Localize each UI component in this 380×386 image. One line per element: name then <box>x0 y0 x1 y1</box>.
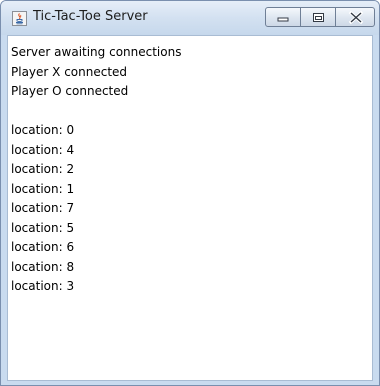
close-button[interactable] <box>335 7 375 27</box>
minimize-icon <box>277 17 289 22</box>
log-line <box>11 102 181 122</box>
log-line: location: 0 <box>11 123 75 137</box>
log-lines: Server awaiting connections Player X con… <box>11 43 181 297</box>
log-line: location: 2 <box>11 162 75 176</box>
log-line: location: 3 <box>11 279 75 293</box>
caption-buttons <box>265 7 375 27</box>
maximize-button[interactable] <box>300 7 336 27</box>
log-line: location: 8 <box>11 259 75 274</box>
log-line: location: 4 <box>11 142 75 157</box>
log-line: Server awaiting connections <box>11 45 182 59</box>
log-line: location: 7 <box>11 201 75 215</box>
java-app-icon[interactable] <box>12 11 27 26</box>
log-line: Player X connected <box>11 64 128 79</box>
log-line: Player O connected <box>11 84 129 98</box>
log-text-area[interactable]: Server awaiting connections Player X con… <box>7 35 373 381</box>
server-window: Tic-Tac-Toe Server Server awaiting conne… <box>0 0 380 386</box>
log-line: location: 6 <box>11 240 75 254</box>
title-bar[interactable]: Tic-Tac-Toe Server <box>1 1 379 35</box>
log-line: location: 5 <box>11 220 75 235</box>
maximize-icon <box>313 13 324 22</box>
window-title: Tic-Tac-Toe Server <box>33 9 148 24</box>
log-line: location: 1 <box>11 181 75 196</box>
minimize-button[interactable] <box>265 7 301 27</box>
close-icon <box>348 10 364 25</box>
